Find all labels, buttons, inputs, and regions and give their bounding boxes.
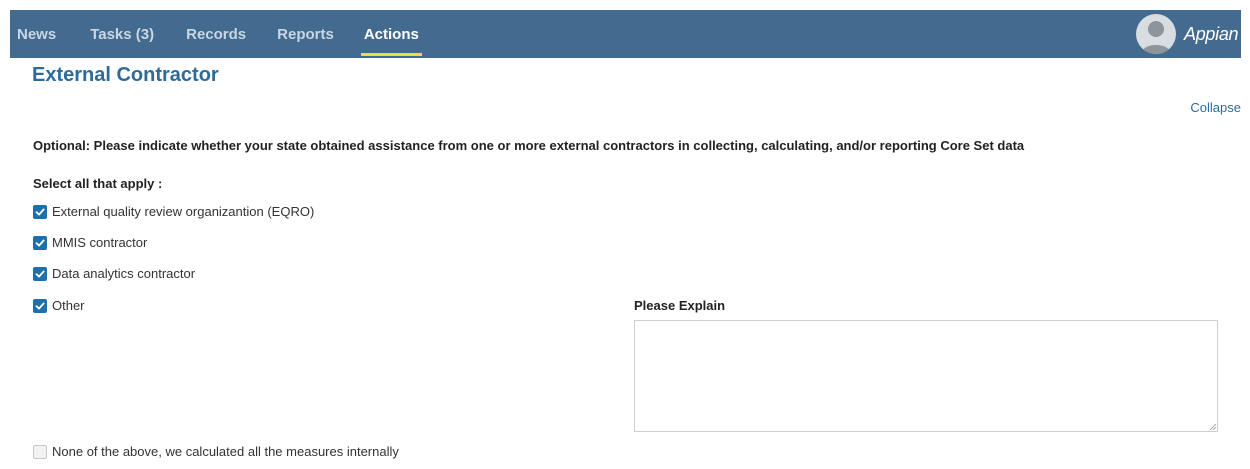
please-explain-label: Please Explain <box>634 298 726 313</box>
checkbox-checked-icon[interactable] <box>33 266 47 281</box>
option-label: Data analytics contractor <box>52 266 196 281</box>
checkbox-checked-icon[interactable] <box>33 298 47 313</box>
option-label: MMIS contractor <box>52 235 148 250</box>
select-all-label: Select all that apply : <box>33 176 163 191</box>
question-text: Optional: Please indicate whether your s… <box>33 138 1025 153</box>
top-nav-bar: News Tasks (3) Records Reports Actions A… <box>10 10 1241 58</box>
option-label: None of the above, we calculated all the… <box>52 444 399 459</box>
option-other[interactable]: Other <box>33 298 85 313</box>
option-eqro[interactable]: External quality review organizantion (E… <box>33 204 314 219</box>
user-avatar-icon[interactable] <box>1136 14 1176 54</box>
nav-tab-tasks[interactable]: Tasks (3) <box>90 10 154 58</box>
option-data-analytics[interactable]: Data analytics contractor <box>33 266 195 281</box>
option-mmis[interactable]: MMIS contractor <box>33 235 147 250</box>
resize-grip-icon[interactable] <box>1210 424 1216 430</box>
option-label: External quality review organizantion (E… <box>52 204 315 219</box>
nav-tab-actions[interactable]: Actions <box>360 10 422 58</box>
please-explain-textarea[interactable] <box>634 320 1218 432</box>
option-none-of-the-above[interactable]: None of the above, we calculated all the… <box>33 444 399 459</box>
nav-tab-news[interactable]: News <box>17 10 56 58</box>
checkbox-unchecked-icon[interactable] <box>33 444 47 459</box>
nav-tab-reports[interactable]: Reports <box>277 10 334 58</box>
checkbox-checked-icon[interactable] <box>33 204 47 219</box>
main-content: External Contractor Collapse Optional: P… <box>10 58 1241 469</box>
section-title: External Contractor <box>32 64 219 86</box>
appian-logo[interactable]: Appian <box>1184 10 1239 58</box>
option-label: Other <box>52 298 85 313</box>
collapse-link[interactable]: Collapse <box>1190 100 1241 115</box>
nav-tab-records[interactable]: Records <box>186 10 246 58</box>
checkbox-checked-icon[interactable] <box>33 235 47 250</box>
